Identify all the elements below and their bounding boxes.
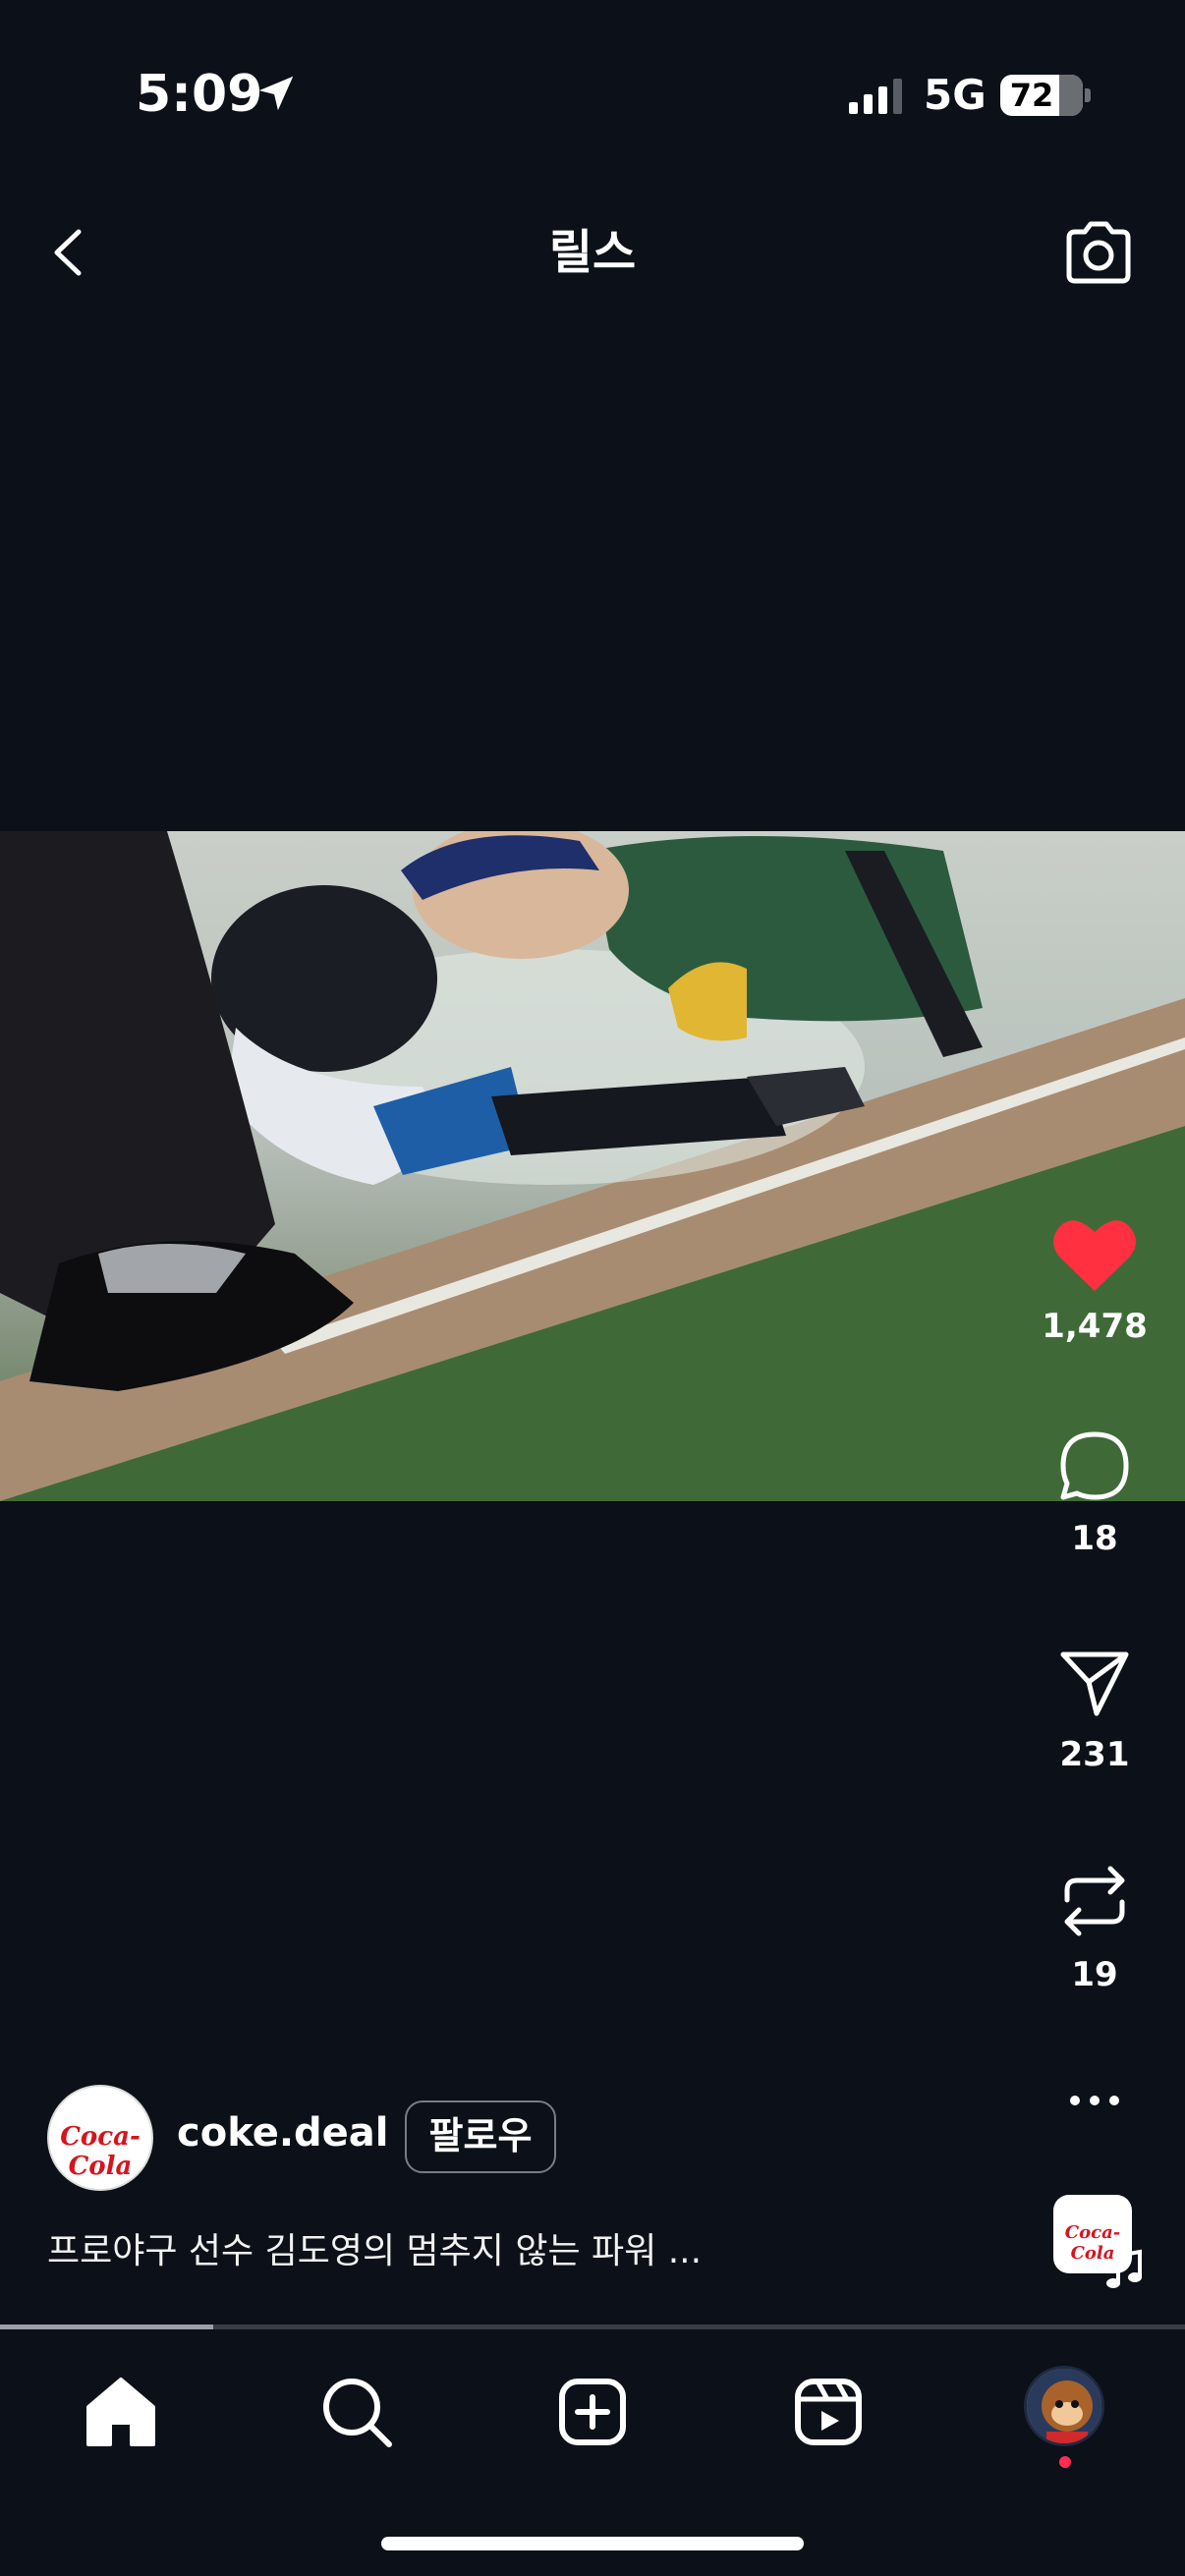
remix-count: 19: [1071, 1955, 1118, 1994]
network-type: 5G: [924, 71, 987, 119]
author-avatar[interactable]: Coca-Cola: [47, 2085, 153, 2191]
back-button[interactable]: [39, 218, 98, 287]
battery-icon: 72: [1000, 75, 1083, 116]
comment-count: 18: [1071, 1519, 1118, 1558]
music-note-icon: [1106, 2249, 1142, 2288]
battery-cap: [1085, 88, 1091, 102]
reel-video[interactable]: [0, 831, 1185, 1501]
comment-button[interactable]: 18: [1036, 1427, 1154, 1558]
page-title: 릴스: [548, 225, 637, 280]
more-button[interactable]: [1036, 2081, 1154, 2120]
battery-level: 72: [1009, 77, 1054, 114]
repost-icon: [1064, 1866, 1125, 1936]
more-horizontal-icon: [1070, 2096, 1119, 2105]
video-progress-fill: [0, 2324, 214, 2329]
add-square-icon[interactable]: [548, 2368, 637, 2456]
heart-filled-icon: [1053, 1220, 1136, 1291]
author-username[interactable]: coke.deal: [177, 2110, 389, 2156]
notification-dot: [1059, 2456, 1071, 2468]
status-bar: 5:09 5G 72: [0, 0, 1185, 187]
like-count: 1,478: [1042, 1307, 1148, 1346]
camera-icon: [1066, 221, 1131, 284]
profile-avatar-icon[interactable]: [1024, 2366, 1104, 2446]
home-indicator: [381, 2537, 804, 2550]
share-button[interactable]: 231: [1036, 1643, 1154, 1774]
follow-button[interactable]: 팔로우: [405, 2100, 556, 2173]
video-frame: [0, 831, 1185, 1501]
share-count: 231: [1059, 1735, 1130, 1774]
comment-bubble-icon: [1060, 1431, 1129, 1500]
like-button[interactable]: 1,478: [1036, 1216, 1154, 1346]
search-icon[interactable]: [312, 2368, 401, 2456]
status-time: 5:09: [136, 65, 263, 124]
home-icon[interactable]: [77, 2368, 165, 2456]
video-progress[interactable]: [0, 2324, 1185, 2329]
paper-plane-icon: [1060, 1652, 1129, 1716]
reels-icon[interactable]: [784, 2368, 873, 2456]
cellular-signal-icon: [849, 79, 902, 114]
coca-cola-logo: Coca-Cola: [60, 2122, 141, 2181]
remix-button[interactable]: 19: [1036, 1861, 1154, 1994]
camera-button[interactable]: [1059, 214, 1138, 293]
profile-avatar-art: [1027, 2369, 1101, 2443]
battery-empty: [1059, 75, 1083, 116]
location-arrow-icon: [258, 76, 294, 111]
reel-caption[interactable]: 프로야구 선수 김도영의 멈추지 않는 파워 ...: [47, 2222, 702, 2273]
chevron-left-icon: [54, 229, 82, 276]
